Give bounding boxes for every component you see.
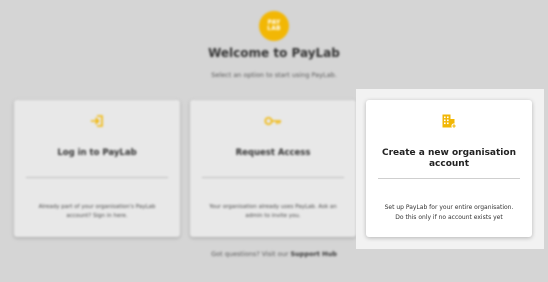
request-access-card[interactable]: Request Access Your organisation already…: [190, 100, 356, 237]
page-subtitle: Select an option to start using PayLab.: [211, 71, 337, 79]
request-access-card-description: Your organisation already uses PayLab. A…: [209, 204, 337, 219]
create-organisation-card-title: Create a new organisation account: [382, 148, 516, 169]
paylab-logo: PAY LAB: [259, 11, 289, 41]
support-footer: Got questions? Visit our Support Hub: [0, 250, 548, 258]
logo-text-line2: LAB: [267, 25, 281, 32]
login-arrow-icon: [14, 112, 180, 130]
support-hub-link[interactable]: Support Hub: [290, 250, 336, 258]
login-card-title: Log in to PayLab: [57, 148, 137, 158]
create-organisation-card-divider: [378, 178, 520, 179]
building-add-icon: [366, 112, 532, 130]
request-access-card-title: Request Access: [235, 148, 311, 158]
login-card[interactable]: Log in to PayLab Already part of your or…: [14, 100, 180, 237]
footer-text: Got questions? Visit our: [211, 250, 291, 258]
create-organisation-card-description: Set up PayLab for your entire organisati…: [384, 204, 514, 221]
login-card-divider: [26, 177, 168, 178]
request-access-card-divider: [202, 177, 344, 178]
key-icon: [190, 112, 356, 130]
login-card-description: Already part of your organisation's PayL…: [38, 204, 156, 219]
create-organisation-card[interactable]: Create a new organisation account Set up…: [366, 100, 532, 237]
page-title: Welcome to PayLab: [208, 46, 340, 60]
